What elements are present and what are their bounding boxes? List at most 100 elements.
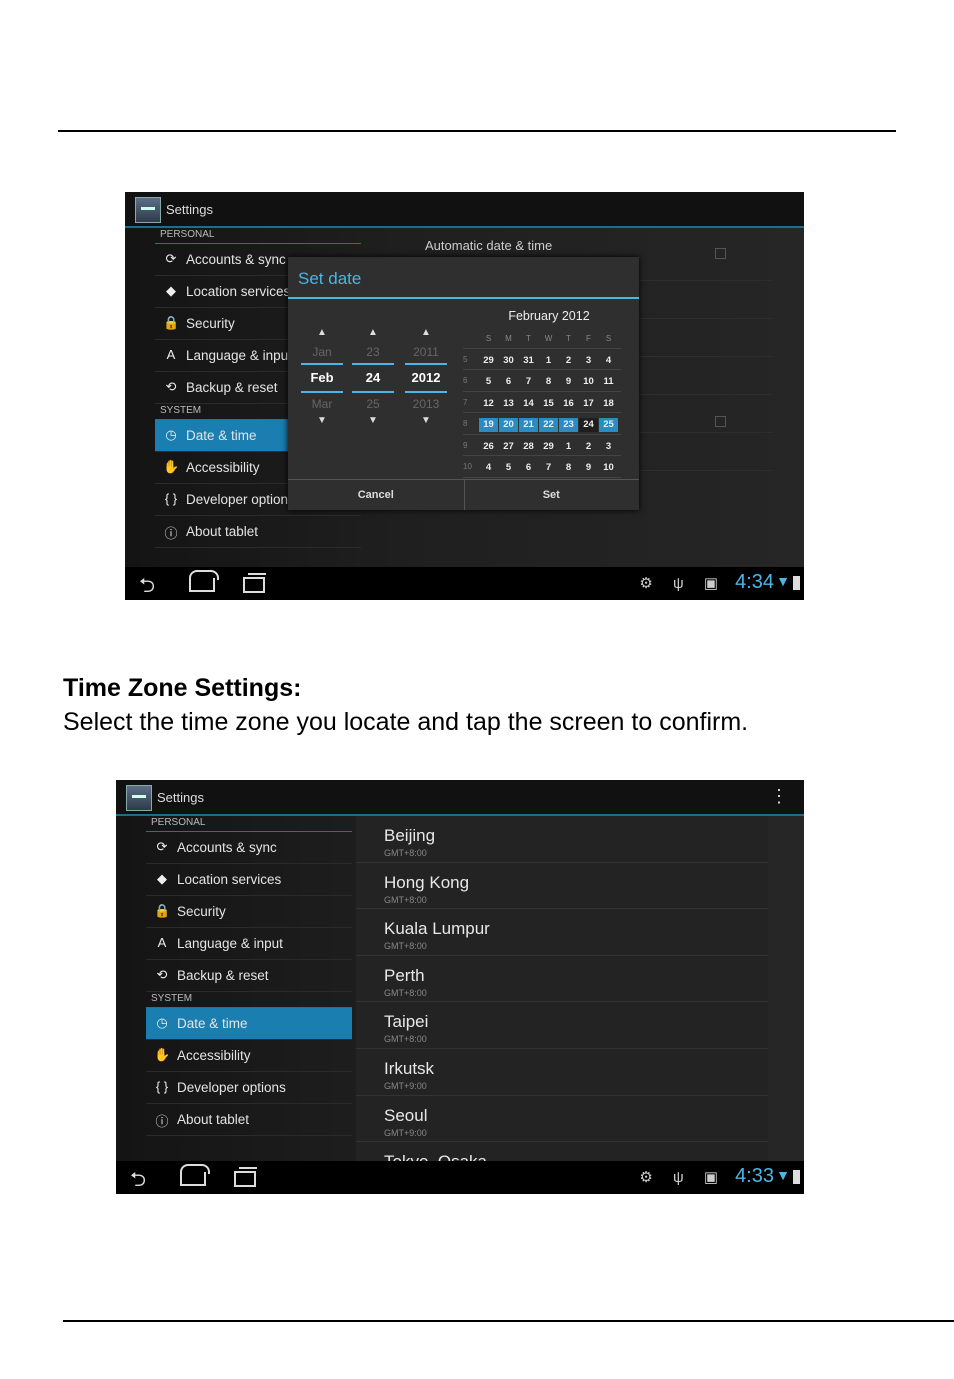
sidebar-item[interactable]: 🔒 Security xyxy=(146,896,352,928)
calendar-day[interactable]: 11 xyxy=(599,375,618,389)
time-zone-item[interactable]: Perth GMT+8:00 xyxy=(356,956,768,1003)
sidebar-item[interactable]: ⓘ About tablet xyxy=(146,1104,352,1136)
calendar-day[interactable]: 4 xyxy=(599,354,618,368)
month-decrement-arrow-icon[interactable]: ▼ xyxy=(301,415,343,429)
overflow-menu-icon[interactable]: ⋮ xyxy=(770,786,788,807)
time-zone-item[interactable]: Tokyo, Osaka xyxy=(356,1142,768,1161)
calendar-week-row: 9 26 27 28 29 1 2 3 xyxy=(463,435,621,456)
sync-icon: ⟳ xyxy=(156,839,168,854)
calendar-day[interactable]: 6 xyxy=(499,375,518,389)
time-zone-item[interactable]: Kuala Lumpur GMT+8:00 xyxy=(356,909,768,956)
calendar-day[interactable]: 3 xyxy=(579,354,598,368)
sidebar-item[interactable]: ⟳ Accounts & sync xyxy=(146,832,352,864)
automatic-date-time-checkbox[interactable] xyxy=(715,248,726,259)
section-header-personal: PERSONAL xyxy=(146,816,352,832)
calendar-day[interactable]: 9 xyxy=(559,375,578,389)
back-icon[interactable]: ⮌ xyxy=(139,571,155,600)
calendar-day[interactable]: 9 xyxy=(579,461,598,475)
calendar-day[interactable]: 10 xyxy=(579,375,598,389)
time-zone-name: Seoul xyxy=(384,1105,428,1125)
sidebar-item[interactable]: ◆ Location services xyxy=(146,864,352,896)
calendar-day[interactable]: 22 xyxy=(539,418,558,432)
time-zone-item[interactable]: Seoul GMT+9:00 xyxy=(356,1096,768,1143)
location-icon: ◆ xyxy=(166,283,176,298)
calendar-day[interactable]: 23 xyxy=(559,418,578,432)
time-zone-item[interactable]: Beijing GMT+8:00 xyxy=(356,816,768,863)
calendar-day[interactable]: 19 xyxy=(479,418,498,432)
home-icon[interactable] xyxy=(189,570,219,592)
hour-format-checkbox[interactable] xyxy=(715,416,726,427)
calendar-day[interactable]: 27 xyxy=(499,440,518,454)
calendar-day[interactable]: 26 xyxy=(479,440,498,454)
sidebar-item[interactable]: ⟲ Backup & reset xyxy=(146,960,352,992)
calendar-day[interactable]: 6 xyxy=(519,461,538,475)
sidebar-item-label: Accounts & sync xyxy=(177,840,277,855)
calendar-day[interactable]: 1 xyxy=(539,354,558,368)
calendar-day[interactable]: 2 xyxy=(559,354,578,368)
calendar-day[interactable]: 8 xyxy=(559,461,578,475)
bottom-rule xyxy=(63,1320,954,1322)
year-decrement-arrow-icon[interactable]: ▼ xyxy=(405,415,447,429)
calendar-day[interactable]: 5 xyxy=(479,375,498,389)
sidebar-item[interactable]: { } Developer options xyxy=(146,1072,352,1104)
time-zone-item[interactable]: Taipei GMT+8:00 xyxy=(356,1002,768,1049)
calendar-day[interactable]: 18 xyxy=(599,397,618,411)
year-increment-arrow-icon[interactable]: ▲ xyxy=(405,327,447,341)
year-prev[interactable]: 2011 xyxy=(405,341,447,363)
sidebar-item[interactable]: ✋ Accessibility xyxy=(146,1040,352,1072)
calendar-day[interactable]: 7 xyxy=(519,375,538,389)
calendar-day[interactable]: 28 xyxy=(519,440,538,454)
calendar-day[interactable]: 12 xyxy=(479,397,498,411)
calendar-day[interactable]: 8 xyxy=(539,375,558,389)
calendar-day[interactable]: 1 xyxy=(559,440,578,454)
day-decrement-arrow-icon[interactable]: ▼ xyxy=(352,415,394,429)
month-prev[interactable]: Jan xyxy=(301,341,343,363)
day-prev[interactable]: 23 xyxy=(352,341,394,363)
calendar-day[interactable]: 29 xyxy=(479,354,498,368)
calendar-day[interactable]: 24 xyxy=(579,418,598,432)
sidebar-item[interactable]: A Language & input xyxy=(146,928,352,960)
calendar-day[interactable]: 16 xyxy=(559,397,578,411)
day-current[interactable]: 24 xyxy=(352,363,394,393)
year-next[interactable]: 2013 xyxy=(405,393,447,415)
month-spinner[interactable]: ▲ Jan Feb Mar ▼ xyxy=(301,327,343,429)
day-spinner[interactable]: ▲ 23 24 25 ▼ xyxy=(352,327,394,429)
time-zone-list[interactable]: Beijing GMT+8:00 Hong Kong GMT+8:00 Kuala Lu… xyxy=(356,816,768,1161)
info-icon: ⓘ xyxy=(164,526,178,541)
home-icon[interactable] xyxy=(180,1164,210,1186)
notification-icons: ⚙ ψ ▣ xyxy=(639,575,726,592)
recent-apps-icon[interactable] xyxy=(234,1167,257,1187)
calendar-day[interactable]: 31 xyxy=(519,354,538,368)
calendar-day[interactable]: 20 xyxy=(499,418,518,432)
sidebar-item[interactable]: ◷ Date & time xyxy=(146,1008,352,1040)
calendar-day[interactable]: 2 xyxy=(579,440,598,454)
calendar-day[interactable]: 10 xyxy=(599,461,618,475)
calendar-day[interactable]: 17 xyxy=(579,397,598,411)
year-spinner[interactable]: ▲ 2011 2012 2013 ▼ xyxy=(405,327,447,429)
calendar-day[interactable]: 3 xyxy=(599,440,618,454)
sidebar-item[interactable]: ⓘ About tablet xyxy=(155,516,361,548)
back-icon[interactable]: ⮌ xyxy=(130,1165,146,1194)
calendar-day[interactable]: 30 xyxy=(499,354,518,368)
calendar-day[interactable]: 25 xyxy=(599,418,618,432)
cancel-button[interactable]: Cancel xyxy=(288,480,465,510)
recent-apps-icon[interactable] xyxy=(243,573,266,593)
day-increment-arrow-icon[interactable]: ▲ xyxy=(352,327,394,341)
calendar-day[interactable]: 29 xyxy=(539,440,558,454)
calendar-day[interactable]: 14 xyxy=(519,397,538,411)
calendar-day[interactable]: 13 xyxy=(499,397,518,411)
time-zone-item[interactable]: Hong Kong GMT+8:00 xyxy=(356,863,768,910)
month-next[interactable]: Mar xyxy=(301,393,343,415)
time-zone-item[interactable]: Irkutsk GMT+9:00 xyxy=(356,1049,768,1096)
month-increment-arrow-icon[interactable]: ▲ xyxy=(301,327,343,341)
day-next[interactable]: 25 xyxy=(352,393,394,415)
calendar-day[interactable]: 15 xyxy=(539,397,558,411)
set-button[interactable]: Set xyxy=(464,480,640,510)
calendar-day[interactable]: 7 xyxy=(539,461,558,475)
month-current[interactable]: Feb xyxy=(301,363,343,393)
calendar-day[interactable]: 4 xyxy=(479,461,498,475)
year-current[interactable]: 2012 xyxy=(405,363,447,393)
calendar-day[interactable]: 5 xyxy=(499,461,518,475)
calendar-day[interactable]: 21 xyxy=(519,418,538,432)
braces-icon: { } xyxy=(155,1079,169,1094)
